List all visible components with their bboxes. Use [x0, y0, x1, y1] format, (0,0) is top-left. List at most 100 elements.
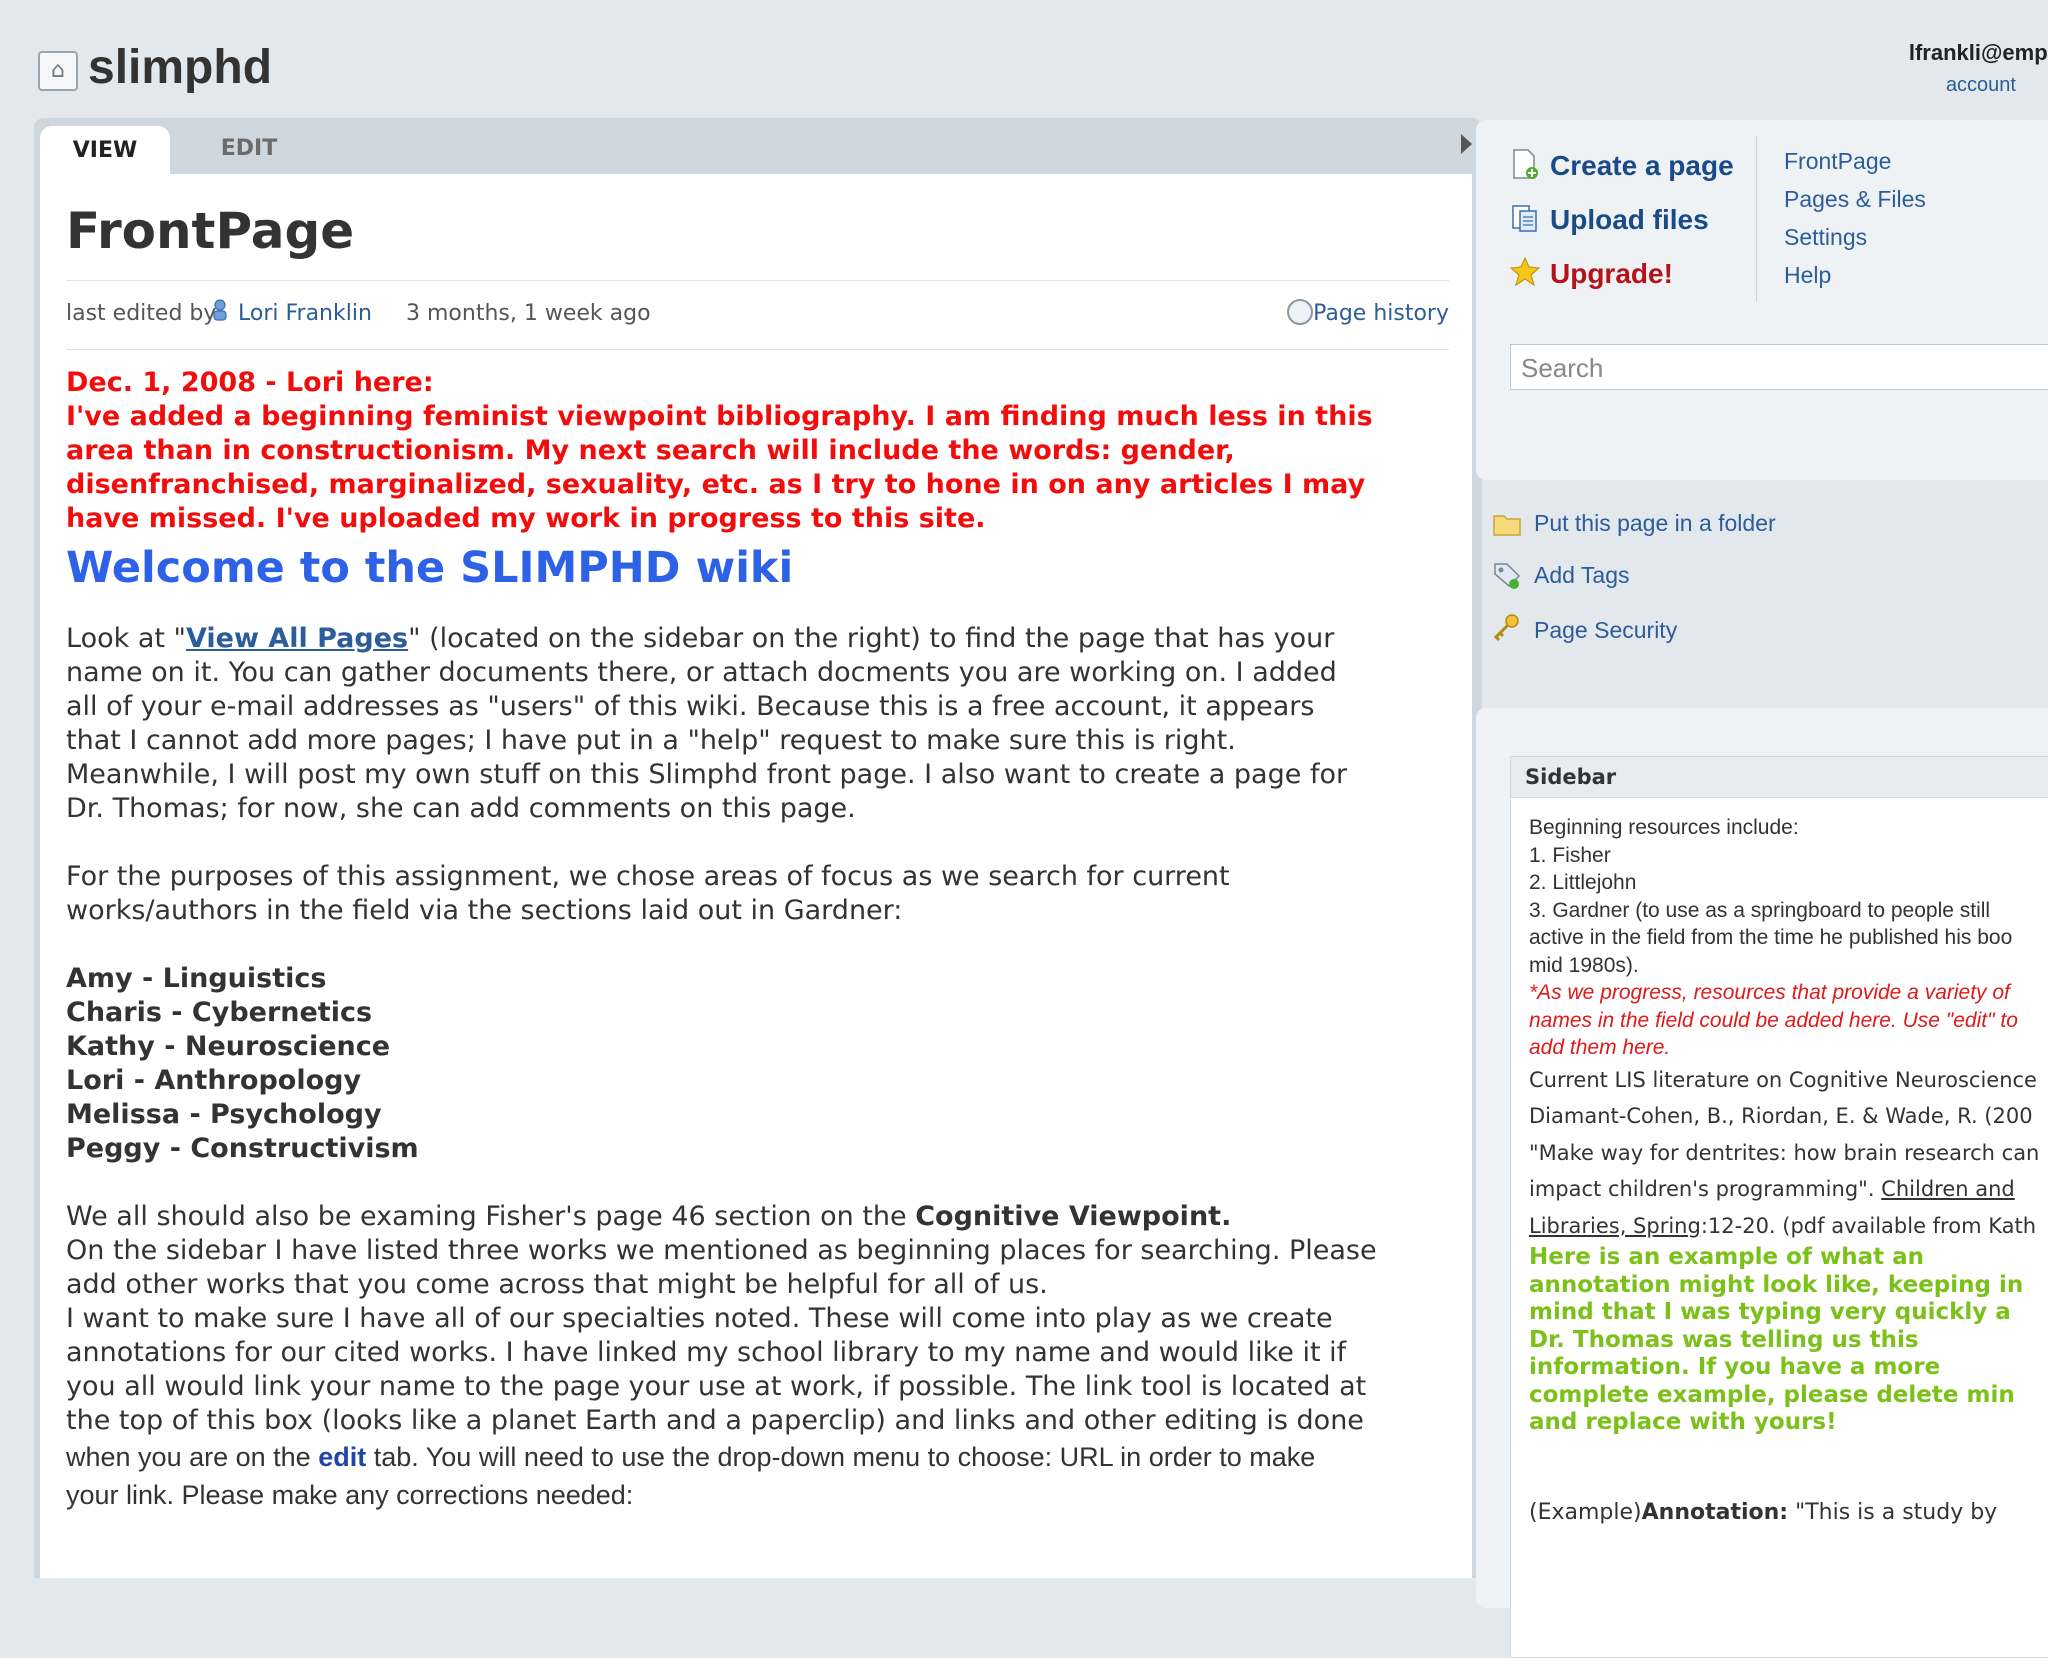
- actions-panel: Create a page Upload files Upgrade! Fron…: [1476, 120, 2048, 480]
- page-content: FrontPage last edited by Lori Franklin 3…: [40, 174, 1472, 1578]
- para-line: annotations for our cited works. I have …: [66, 1337, 1347, 1368]
- sidebar-header: Sidebar: [1511, 757, 2048, 798]
- upload-files-link[interactable]: Upload files: [1550, 204, 1709, 236]
- create-page-link[interactable]: Create a page: [1550, 150, 1734, 182]
- citation-line: "Make way for dentrites: how brain resea…: [1529, 1140, 2040, 1165]
- citation-line: Diamant-Cohen, B., Riordan, E. & Wade, R…: [1529, 1104, 2033, 1128]
- nav-pages-files[interactable]: Pages & Files: [1784, 186, 1926, 213]
- site-name[interactable]: slimphd: [88, 40, 272, 95]
- para-text: tab. You will need to use the drop-down …: [366, 1442, 1316, 1472]
- announcement-line: disenfranchised, marginalized, sexuality…: [66, 469, 1366, 500]
- resource-item: 2. Littlejohn: [1529, 871, 1637, 894]
- annotation-note: annotation might look like, keeping in: [1529, 1271, 2024, 1298]
- tab-edit[interactable]: EDIT: [204, 126, 294, 174]
- nav-frontpage[interactable]: FrontPage: [1784, 148, 1891, 175]
- nav-help[interactable]: Help: [1784, 262, 1831, 289]
- para-line: Dr. Thomas; for now, she can add comment…: [66, 793, 856, 824]
- user-email: lfrankli@emporia: [1908, 40, 2048, 65]
- edited-time: 3 months, 1 week ago: [406, 301, 651, 326]
- para-line: your link. Please make any corrections n…: [66, 1480, 634, 1510]
- specialty-item: Amy - Linguistics: [66, 963, 327, 994]
- nav-settings[interactable]: Settings: [1784, 224, 1867, 251]
- editor-link[interactable]: Lori Franklin: [238, 301, 372, 326]
- specialty-item: Melissa - Psychology: [66, 1099, 382, 1130]
- page-body: Dec. 1, 2008 - Lori here: I've added a b…: [66, 366, 1466, 1514]
- create-page-icon: [1513, 149, 1538, 179]
- para-text: when you are on the: [66, 1442, 319, 1472]
- para-line: you all would link your name to the page…: [66, 1371, 1367, 1402]
- last-edited-label: last edited by: [66, 301, 217, 326]
- key-icon: [1493, 614, 1519, 642]
- announcement: Dec. 1, 2008 - Lori here: I've added a b…: [66, 366, 1466, 536]
- view-all-pages-link[interactable]: View All Pages: [186, 623, 408, 654]
- para-line: name on it. You can gather documents the…: [66, 657, 1337, 688]
- specialty-item: Peggy - Constructivism: [66, 1133, 419, 1164]
- star-icon: [1510, 256, 1540, 287]
- put-in-folder-link[interactable]: Put this page in a folder: [1534, 510, 1776, 537]
- journal-link[interactable]: Libraries, Spring: [1529, 1214, 1701, 1238]
- account-link[interactable]: account: [1946, 74, 2016, 97]
- announcement-line: I've added a beginning feminist viewpoin…: [66, 401, 1373, 432]
- specialty-list: Amy - Linguistics Charis - Cybernetics K…: [66, 962, 1466, 1166]
- resource-item: active in the field from the time he pub…: [1529, 926, 2013, 949]
- sidebar-note: names in the field could be added here. …: [1529, 1008, 2018, 1032]
- para-line: For the purposes of this assignment, we …: [66, 861, 1230, 892]
- annotation-note: information. If you have a more: [1529, 1354, 1941, 1380]
- sidebar-note: add them here.: [1529, 1036, 1671, 1059]
- para-line: On the sidebar I have listed three works…: [66, 1235, 1377, 1266]
- user-icon: [213, 299, 227, 321]
- announcement-line: have missed. I've uploaded my work in pr…: [66, 503, 986, 534]
- para-line: Meanwhile, I will post my own stuff on t…: [66, 759, 1348, 790]
- edit-link[interactable]: edit: [318, 1442, 366, 1472]
- para-line: add other works that you come across tha…: [66, 1269, 1048, 1300]
- announcement-line: Dec. 1, 2008 - Lori here:: [66, 367, 434, 398]
- annotation-note: Dr. Thomas was telling us this: [1529, 1326, 1919, 1353]
- sidebar-intro: Beginning resources include:: [1529, 816, 1799, 839]
- clock-icon: [1287, 299, 1313, 325]
- citation-text: :12-20. (pdf available from Kath: [1700, 1213, 2037, 1238]
- citation-text: impact children's programming".: [1529, 1177, 1882, 1201]
- annotation-note: mind that I was typing very quickly a: [1529, 1299, 2011, 1325]
- divider: [1756, 136, 1757, 302]
- upload-files-icon: [1512, 205, 1537, 232]
- add-tags-link[interactable]: Add Tags: [1534, 562, 1629, 589]
- para-line: I want to make sure I have all of our sp…: [66, 1303, 1333, 1334]
- sidebar-box: Sidebar Beginning resources include: 1. …: [1510, 756, 2048, 1658]
- cognitive-viewpoint-text: Cognitive Viewpoint.: [915, 1201, 1232, 1232]
- annotation-note: Here is an example of what an: [1529, 1244, 1925, 1270]
- site-header: ⌂ slimphd lfrankli@emporia account si: [0, 0, 2048, 120]
- sidebar-note: *As we progress, resources that provide …: [1529, 981, 2010, 1004]
- annotation-example: (Example)Annotation: "This is a study by: [1529, 1499, 2048, 1527]
- page-history-link[interactable]: Page history: [1313, 301, 1449, 326]
- page-security-link[interactable]: Page Security: [1534, 617, 1677, 644]
- tag-icon: [1494, 563, 1521, 589]
- focus-paragraph: For the purposes of this assignment, we …: [66, 860, 1466, 928]
- specialty-item: Kathy - Neuroscience: [66, 1031, 391, 1062]
- specialty-item: Charis - Cybernetics: [66, 997, 373, 1028]
- folder-icon: [1493, 515, 1521, 536]
- annotation-label: Annotation:: [1641, 1499, 1789, 1525]
- specialty-item: Lori - Anthropology: [66, 1065, 362, 1096]
- home-icon[interactable]: ⌂: [38, 51, 78, 91]
- collapse-arrow-icon[interactable]: [1461, 134, 1472, 154]
- para-line: all of your e-mail addresses as "users" …: [66, 691, 1315, 722]
- example-text: "This is a study by: [1788, 1499, 1998, 1525]
- page-title: FrontPage: [66, 202, 355, 260]
- upgrade-link[interactable]: Upgrade!: [1550, 258, 1673, 290]
- literature-heading: Current LIS literature on Cognitive Neur…: [1529, 1067, 2037, 1092]
- intro-paragraph: Look at "View All Pages" (located on the…: [66, 622, 1466, 826]
- search-input[interactable]: Search: [1510, 344, 2048, 390]
- page-meta: last edited by Lori Franklin 3 months, 1…: [66, 280, 1449, 350]
- resource-item: mid 1980s).: [1529, 953, 1639, 977]
- resource-item: 1. Fisher: [1529, 843, 1611, 867]
- annotation-note: complete example, please delete min: [1529, 1381, 2015, 1408]
- welcome-heading: Welcome to the SLIMPHD wiki: [66, 543, 794, 593]
- tab-view[interactable]: VIEW: [40, 126, 170, 174]
- journal-link[interactable]: Children and: [1881, 1177, 2015, 1201]
- example-label: (Example): [1529, 1499, 1642, 1525]
- para-line: the top of this box (looks like a planet…: [66, 1405, 1364, 1436]
- para-line: that I cannot add more pages; I have put…: [66, 725, 1236, 756]
- main-panel: VIEW EDIT FrontPage last edited by Lori …: [34, 118, 1482, 1578]
- annotation-note: and replace with yours!: [1529, 1409, 1837, 1435]
- resource-item: 3. Gardner (to use as a springboard to p…: [1529, 898, 1991, 922]
